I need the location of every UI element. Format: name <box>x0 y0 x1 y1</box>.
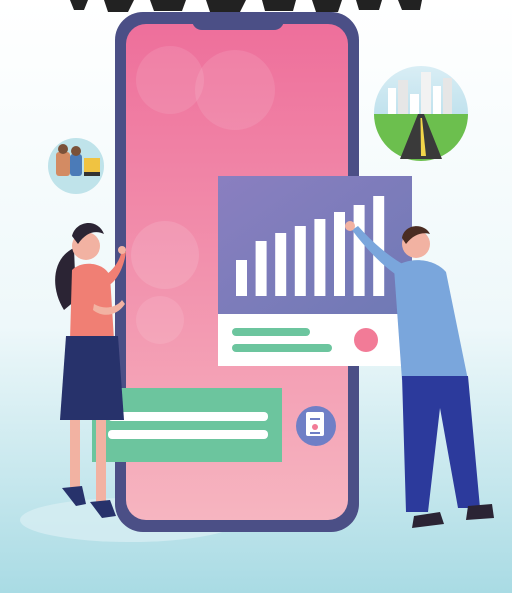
people-meeting-icon <box>48 138 104 194</box>
chart-bar <box>275 233 287 296</box>
chart-bar <box>294 226 306 296</box>
chart-bar <box>314 219 326 296</box>
certificate-icon <box>296 406 336 446</box>
chart-bar <box>353 205 365 296</box>
illustration-scene <box>0 0 512 593</box>
chart-bar <box>334 212 345 296</box>
city-road-icon <box>374 66 468 161</box>
chart-bar <box>255 241 267 296</box>
chart-bar <box>236 260 247 296</box>
chart-panel <box>218 176 412 366</box>
